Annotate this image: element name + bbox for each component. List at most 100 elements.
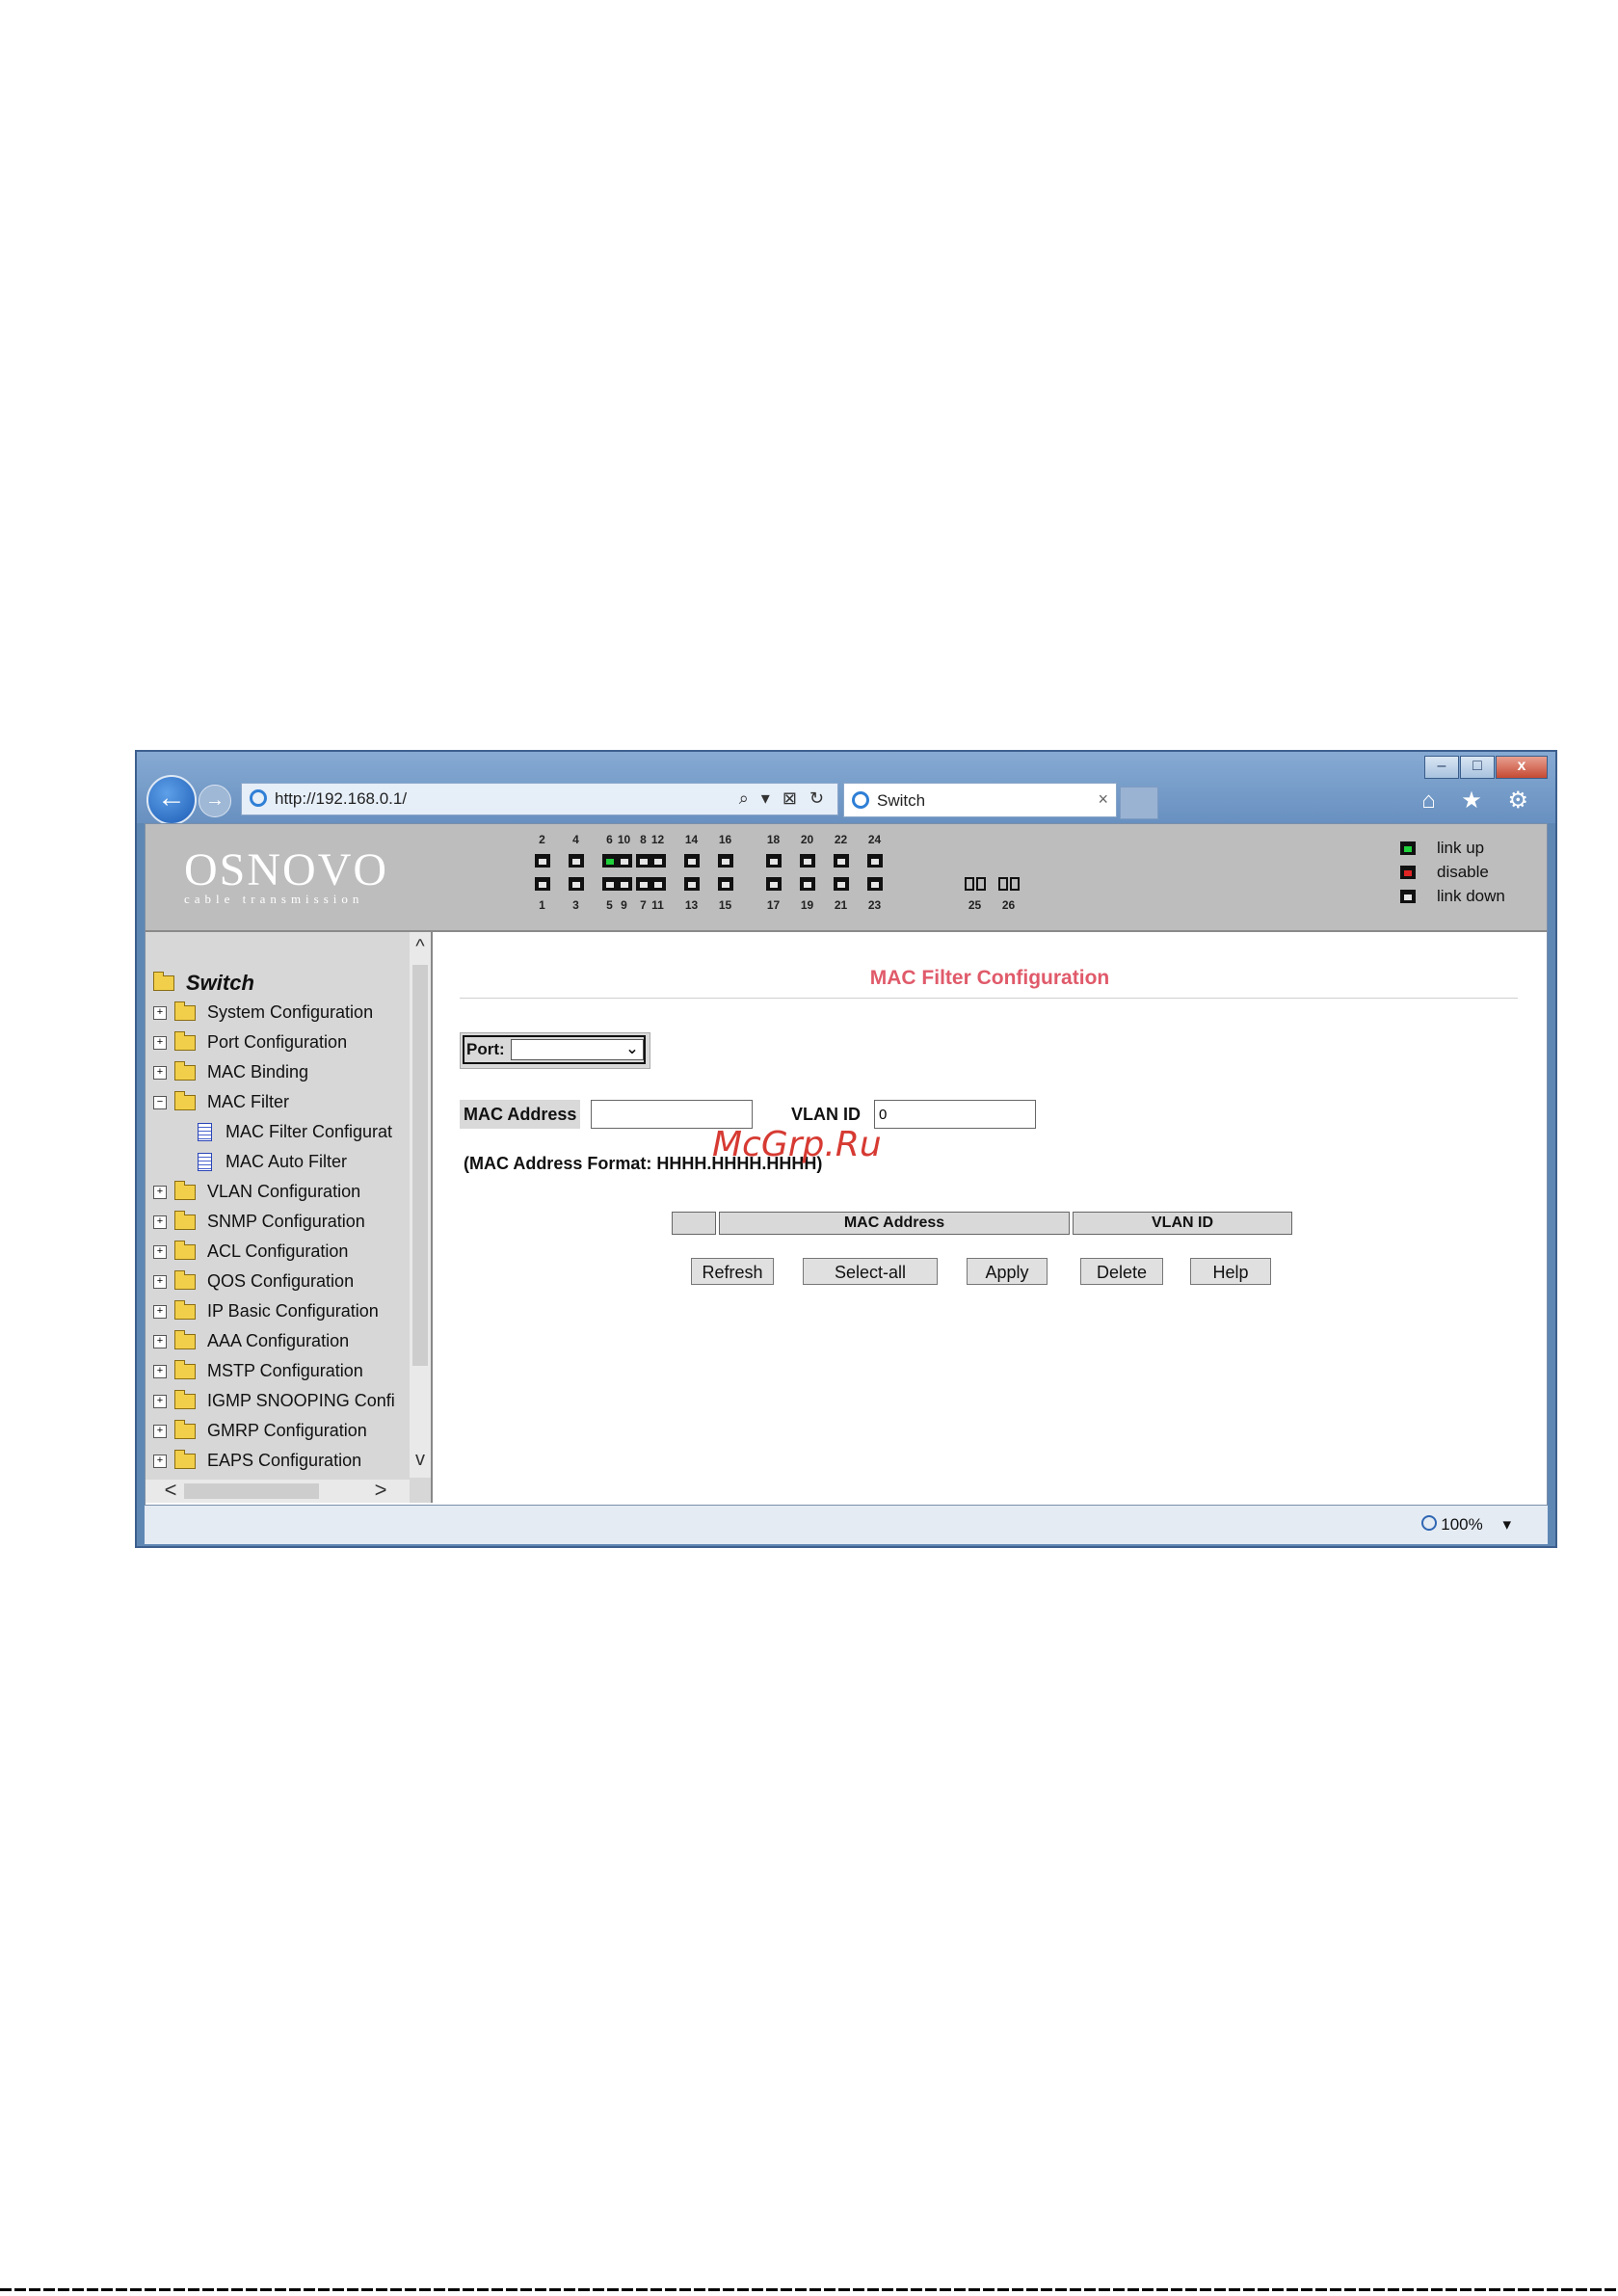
port-22[interactable] [824,849,858,872]
sfp-port-25[interactable] [958,872,992,895]
folder-icon [174,1180,196,1200]
forward-button[interactable]: → [199,785,231,817]
expand-icon[interactable]: + [153,1274,167,1289]
horizontal-scroll-thumb[interactable] [184,1483,319,1499]
port-16[interactable] [708,849,742,872]
expand-icon[interactable]: + [153,1005,167,1020]
port-15[interactable] [708,872,742,895]
refresh-button[interactable]: Refresh [691,1258,774,1285]
sidebar-item[interactable]: + ACL Configuration [153,1237,408,1267]
address-url[interactable]: http://192.168.0.1/ [275,789,407,809]
port-number-label: 25 [968,898,982,912]
expand-icon[interactable]: + [153,1065,167,1080]
help-button[interactable]: Help [1190,1258,1271,1285]
new-tab-button[interactable] [1120,787,1158,819]
chevron-down-icon: ⌄ [625,1041,639,1057]
back-button[interactable]: ← [146,775,197,825]
sidebar-item[interactable]: + MSTP Configuration [153,1356,408,1386]
sfp-slot-icon [997,877,1008,891]
port-19[interactable] [790,872,824,895]
port-number-label: 13 [684,898,699,912]
browser-tab[interactable]: Switch × [843,783,1117,817]
expand-icon[interactable]: + [153,1334,167,1348]
port-2[interactable] [525,849,559,872]
logo-sub: cable transmission [184,892,364,906]
sidebar-vertical-scrollbar[interactable]: ^ v [410,932,431,1478]
expand-icon[interactable]: + [153,1304,167,1319]
port-3[interactable] [559,872,593,895]
maximize-button[interactable]: □ [1460,756,1495,779]
sidebar-item[interactable]: MAC Filter Configurat [153,1117,408,1147]
scroll-right-icon[interactable]: > [369,1480,392,1503]
sidebar-item[interactable]: + GMRP Configuration [153,1416,408,1446]
scroll-left-icon[interactable]: < [159,1480,182,1503]
sidebar-item[interactable]: + IP Basic Configuration [153,1296,408,1326]
ethernet-port-icon [616,877,632,891]
port-1[interactable] [525,872,559,895]
sidebar-item[interactable]: + AAA Configuration [153,1326,408,1356]
zoom-level[interactable]: 100% ▾ [1421,1515,1511,1535]
port-21[interactable] [824,872,858,895]
expand-icon[interactable]: + [153,1215,167,1229]
sfp-port-26[interactable] [992,872,1025,895]
vertical-scroll-thumb[interactable] [412,965,428,1366]
port-12[interactable] [641,849,675,872]
minimize-button[interactable]: – [1424,756,1459,779]
legend-disable: disable [1400,860,1505,884]
sidebar-item-label: ACL Configuration [207,1241,349,1261]
sidebar-horizontal-scrollbar[interactable]: < > [146,1480,410,1503]
sidebar-item[interactable]: + IGMP SNOOPING Confi [153,1386,408,1416]
port-13[interactable] [675,872,708,895]
sidebar-item[interactable]: + System Configuration [153,998,408,1028]
port-20[interactable] [790,849,824,872]
port-14[interactable] [675,849,708,872]
ethernet-port-icon [683,877,700,891]
sidebar-item[interactable]: + QOS Configuration [153,1267,408,1296]
scroll-up-icon[interactable]: ^ [410,936,431,961]
collapse-icon[interactable]: − [153,1095,167,1109]
vlan-id-input[interactable] [874,1100,1036,1129]
scroll-down-icon[interactable]: v [410,1449,431,1474]
port-10[interactable] [607,849,641,872]
table-header-select [672,1212,716,1235]
expand-icon[interactable]: + [153,1394,167,1408]
address-bar[interactable]: http://192.168.0.1/ ⌕ ▾ ⊠ ↻ [241,783,838,815]
expand-icon[interactable]: + [153,1244,167,1259]
port-11[interactable] [641,872,675,895]
expand-icon[interactable]: + [153,1035,167,1050]
port-23[interactable] [858,872,891,895]
sidebar-item[interactable]: + EAPS Configuration [153,1446,408,1476]
sidebar-item[interactable]: + SNMP Configuration [153,1207,408,1237]
expand-icon[interactable]: + [153,1424,167,1438]
address-tools-icons[interactable]: ⌕ ▾ ⊠ ↻ [739,788,828,809]
page-bottom-border [0,2288,1618,2291]
ethernet-port-icon [765,854,782,868]
port-24[interactable] [858,849,891,872]
ethernet-port-icon [866,877,883,891]
apply-button[interactable]: Apply [967,1258,1048,1285]
close-button[interactable]: x [1496,756,1548,779]
sidebar-item[interactable]: MAC Auto Filter [153,1147,408,1177]
port-18[interactable] [756,849,790,872]
delete-button[interactable]: Delete [1080,1258,1163,1285]
title-divider [460,998,1518,999]
port-9[interactable] [607,872,641,895]
sidebar-item[interactable]: − MAC Filter [153,1087,408,1117]
port-select[interactable]: ⌄ [510,1039,644,1060]
expand-icon[interactable]: + [153,1185,167,1199]
port-17[interactable] [756,872,790,895]
port-4[interactable] [559,849,593,872]
expand-icon[interactable]: + [153,1364,167,1378]
port-number-label: 14 [684,833,699,846]
tree-root[interactable]: Switch [153,969,408,998]
expand-icon[interactable]: + [153,1454,167,1468]
sidebar-item[interactable]: + VLAN Configuration [153,1177,408,1207]
select-all-button[interactable]: Select-all [803,1258,938,1285]
zoom-dropdown-icon[interactable]: ▾ [1502,1515,1511,1534]
home-favorites-settings-icons[interactable]: ⌂ ★ ⚙ [1421,787,1538,814]
sidebar-item[interactable]: + Port Configuration [153,1028,408,1057]
tab-close-icon[interactable]: × [1098,789,1108,810]
document-icon [198,1153,212,1171]
sidebar-item[interactable]: + MAC Binding [153,1057,408,1087]
